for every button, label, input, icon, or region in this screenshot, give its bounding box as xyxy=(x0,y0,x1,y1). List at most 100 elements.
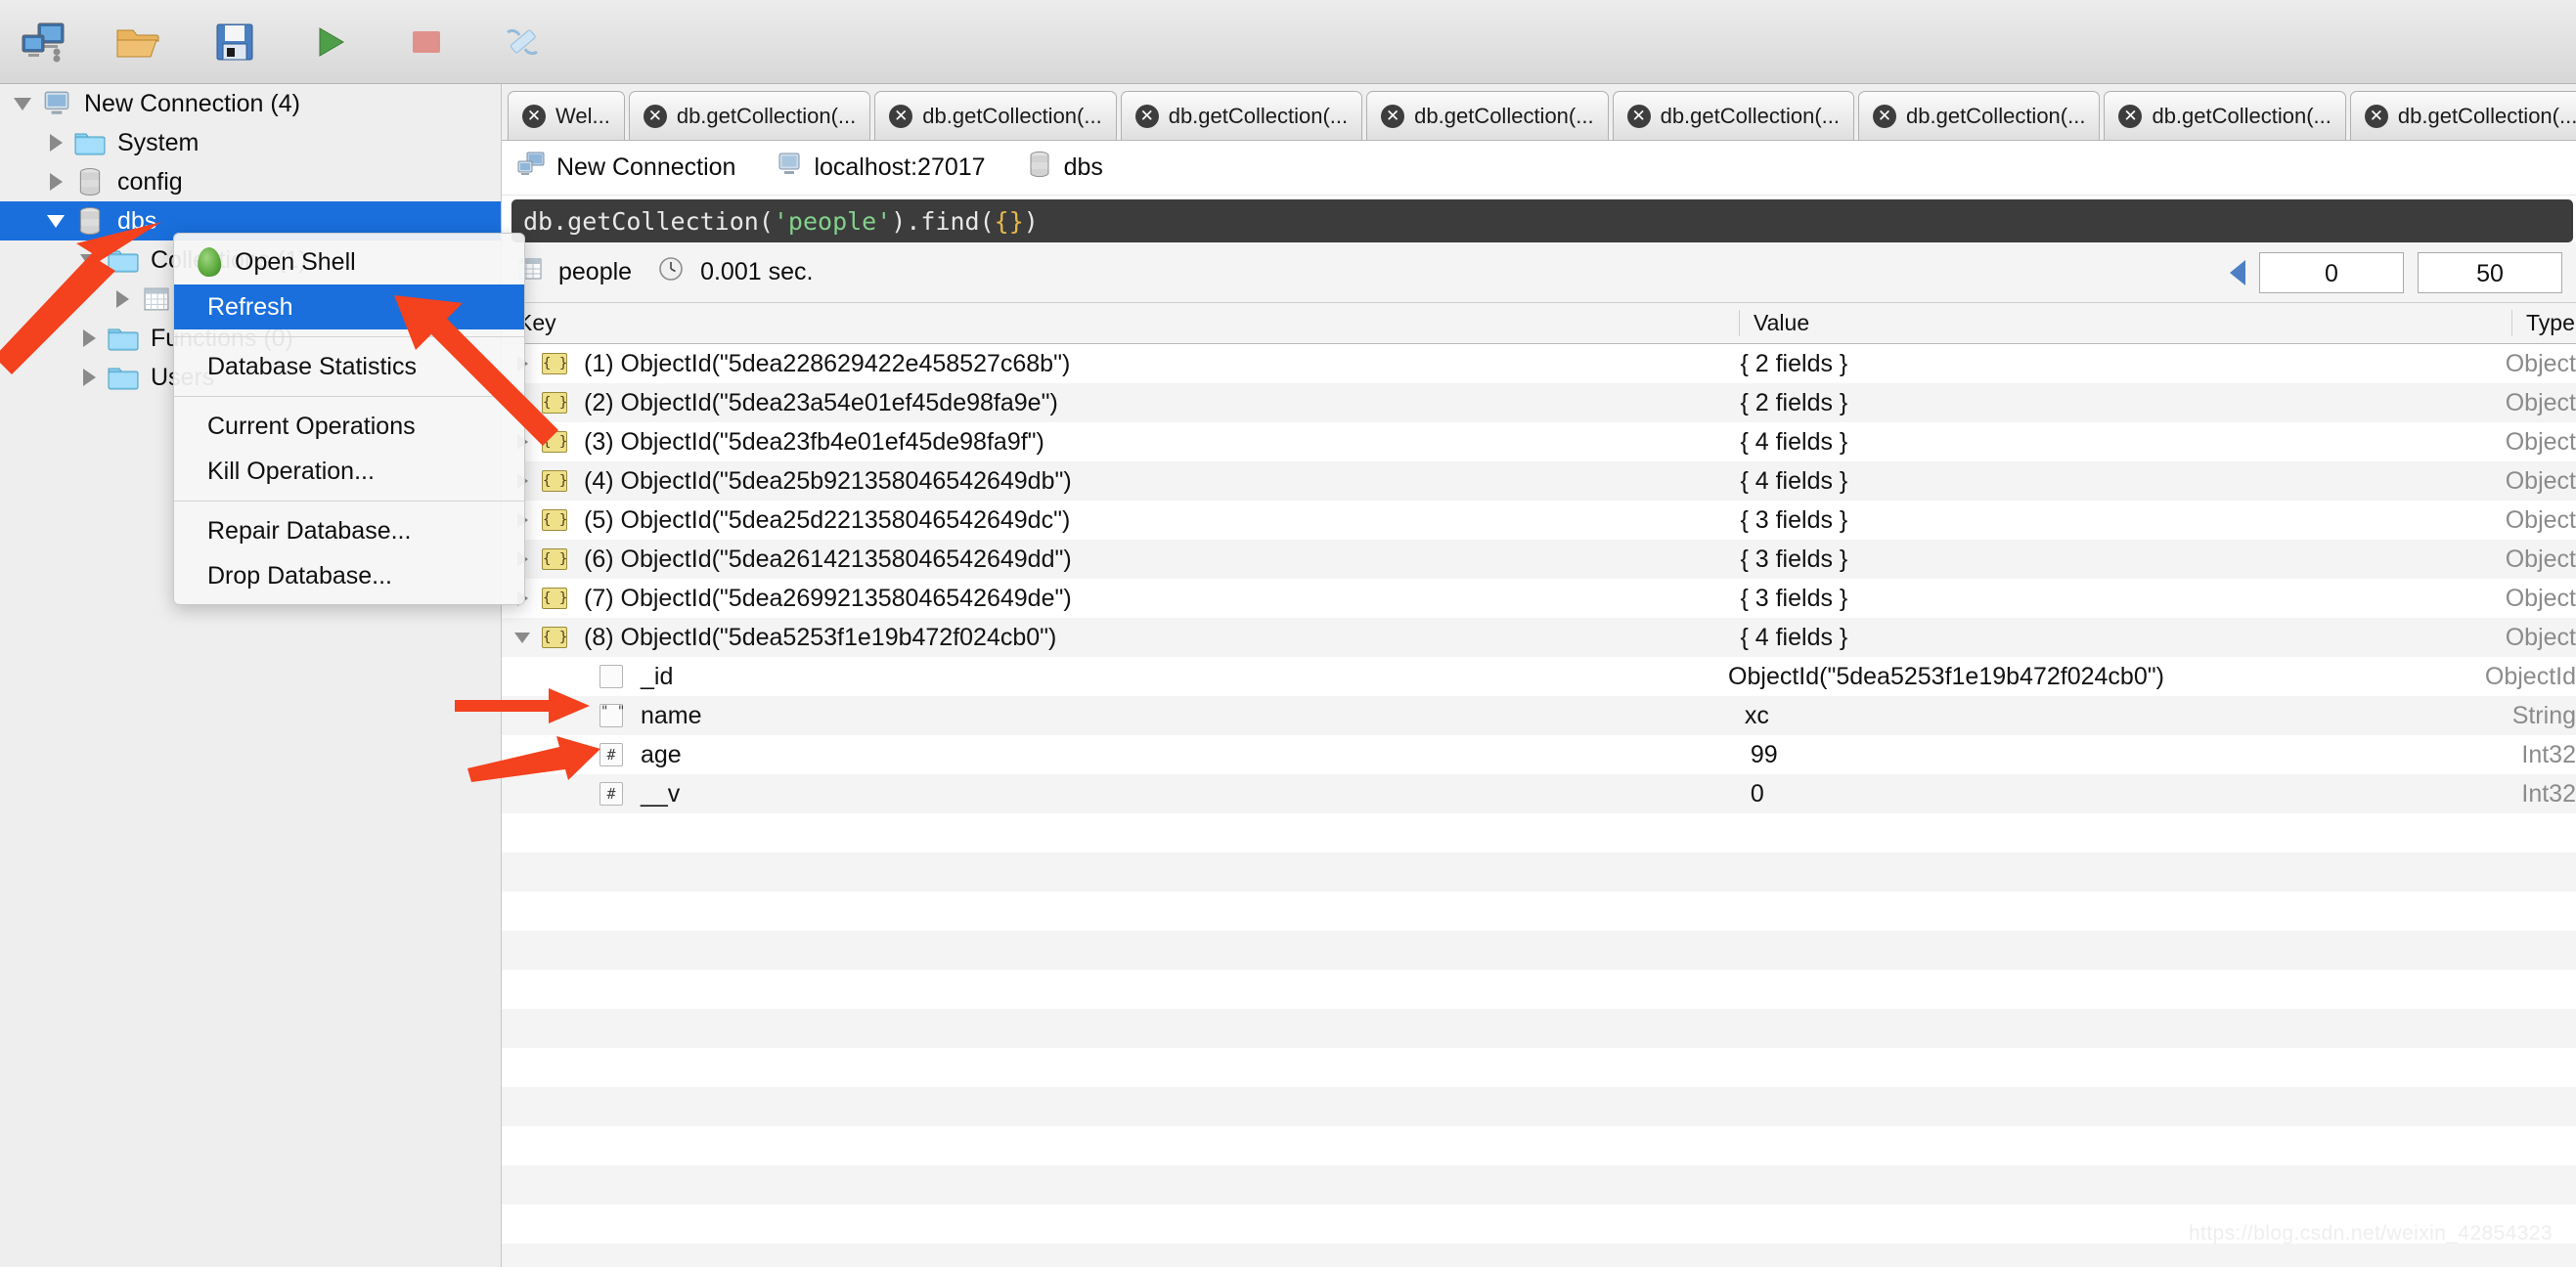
bson-icon: { } xyxy=(535,470,574,492)
chevron-right-icon[interactable] xyxy=(41,173,70,191)
mongo-leaf-icon xyxy=(197,246,222,278)
chevron-right-icon[interactable] xyxy=(108,290,137,308)
close-icon[interactable]: ✕ xyxy=(889,104,913,128)
context-menu-item-repair-database[interactable]: Repair Database... xyxy=(174,508,524,553)
chevron-down-icon[interactable] xyxy=(510,632,535,643)
execute-icon[interactable] xyxy=(303,15,358,69)
close-icon[interactable]: ✕ xyxy=(643,104,667,128)
stop-icon[interactable] xyxy=(399,15,454,69)
prev-page-icon[interactable] xyxy=(2230,260,2245,285)
table-row[interactable]: { } (3) ObjectId("5dea23fb4e01ef45de98fa9… xyxy=(502,422,2576,461)
folder-icon xyxy=(70,130,110,156)
breadcrumb-label-server: localhost:27017 xyxy=(814,153,986,181)
open-folder-icon[interactable] xyxy=(111,15,166,69)
editor-tab[interactable]: ✕ db.getCollection(... xyxy=(628,91,871,140)
editor-tab[interactable]: ✕ db.getCollection(... xyxy=(874,91,1117,140)
chevron-right-icon[interactable] xyxy=(41,134,70,152)
connect-icon[interactable] xyxy=(16,15,70,69)
database-icon xyxy=(70,167,110,197)
skip-input[interactable]: 0 xyxy=(2259,252,2404,293)
table-row[interactable]: { } (2) ObjectId("5dea23a54e01ef45de98fa9… xyxy=(502,383,2576,422)
cell-value: { 2 fields } xyxy=(1740,388,1848,416)
sidebar-item-new-connection-4[interactable]: New Connection (4) xyxy=(0,84,501,123)
table-row[interactable]: { } (4) ObjectId("5dea25b921358046542649d… xyxy=(502,461,2576,501)
close-icon[interactable]: ✕ xyxy=(522,104,546,128)
folder-icon xyxy=(104,365,143,391)
limit-input[interactable]: 50 xyxy=(2418,252,2562,293)
cell-type: Object xyxy=(2505,545,2576,573)
context-menu-separator xyxy=(174,336,524,337)
query-braces: {} xyxy=(994,206,1024,236)
column-header-value[interactable]: Value xyxy=(1739,310,2511,336)
breadcrumb-item-server[interactable]: localhost:27017 xyxy=(777,152,986,184)
context-menu-separator xyxy=(174,501,524,502)
sidebar-item-system[interactable]: System xyxy=(0,123,501,162)
context-menu-item-refresh[interactable]: Refresh xyxy=(174,284,524,329)
table-row[interactable]: { } (7) ObjectId("5dea269921358046542649d… xyxy=(502,579,2576,618)
cell-value: { 4 fields } xyxy=(1740,466,1848,495)
chevron-right-icon[interactable] xyxy=(74,329,104,347)
table-row[interactable]: { } (8) ObjectId("5dea5253f1e19b472f024cb… xyxy=(502,618,2576,657)
database-context-menu[interactable]: Open Shell Refresh Database Statistics Curr… xyxy=(173,233,525,605)
context-menu-item-drop-database[interactable]: Drop Database... xyxy=(174,553,524,598)
context-menu-item-open-shell[interactable]: Open Shell xyxy=(174,240,524,284)
editor-tab-bar[interactable]: ✕ Wel... ✕ db.getCollection(... ✕ db.getColle… xyxy=(502,84,2576,141)
number-icon: # xyxy=(592,782,631,806)
result-table-body[interactable]: { } (1) ObjectId("5dea228629422e458527c68… xyxy=(502,344,2576,1267)
close-icon[interactable]: ✕ xyxy=(1134,104,1159,128)
table-header-row: Key Value Type xyxy=(502,303,2576,344)
query-prefix: db.getCollection( xyxy=(523,206,774,236)
context-menu-item-database-statistics[interactable]: Database Statistics xyxy=(174,344,524,389)
editor-tab-label: db.getCollection(... xyxy=(2397,103,2576,128)
table-row[interactable]: { } (6) ObjectId("5dea261421358046542649d… xyxy=(502,540,2576,579)
refresh-icon[interactable] xyxy=(495,15,550,69)
context-menu-item-label: Refresh xyxy=(207,292,293,321)
table-row[interactable]: " " name xc String xyxy=(502,696,2576,735)
editor-tab[interactable]: ✕ db.getCollection(... xyxy=(1366,91,1609,140)
result-collection-name: people xyxy=(558,258,633,285)
table-row[interactable]: # age 99 Int32 xyxy=(502,735,2576,774)
query-editor[interactable]: db.getCollection('people').find({}) xyxy=(511,199,2573,242)
editor-tab-label: db.getCollection(... xyxy=(676,103,857,128)
column-header-key[interactable]: Key xyxy=(502,310,1739,336)
editor-tab-label: db.getCollection(... xyxy=(1414,103,1594,128)
close-icon[interactable]: ✕ xyxy=(2364,104,2388,128)
table-row[interactable]: # __v 0 Int32 xyxy=(502,774,2576,813)
editor-tab[interactable]: ✕ Wel... xyxy=(508,91,625,140)
clock-icon xyxy=(657,255,685,289)
table-row[interactable]: _id ObjectId("5dea5253f1e19b472f024cb0") O… xyxy=(502,657,2576,696)
table-row[interactable]: { } (1) ObjectId("5dea228629422e458527c68… xyxy=(502,344,2576,383)
editor-tab-label: db.getCollection(... xyxy=(1660,103,1841,128)
row-key-label: __v xyxy=(641,779,681,808)
editor-tab[interactable]: ✕ db.getCollection(... xyxy=(1120,91,1363,140)
chevron-right-icon[interactable] xyxy=(74,369,104,386)
chevron-down-icon[interactable] xyxy=(8,97,37,110)
close-icon[interactable]: ✕ xyxy=(2118,104,2143,128)
sidebar-item-config[interactable]: config xyxy=(0,162,501,201)
context-menu-item-label: Current Operations xyxy=(207,412,416,440)
editor-tab-label: db.getCollection(... xyxy=(1168,103,1349,128)
breadcrumb-item-database[interactable]: dbs xyxy=(1027,151,1103,185)
connection-icon xyxy=(517,152,545,184)
close-icon[interactable]: ✕ xyxy=(1873,104,1897,128)
cell-key: { } (8) ObjectId("5dea5253f1e19b472f024cb… xyxy=(502,624,1726,652)
editor-tab[interactable]: ✕ db.getCollection(... xyxy=(1858,91,2101,140)
chevron-down-icon[interactable] xyxy=(74,253,104,267)
save-icon[interactable] xyxy=(207,15,262,69)
breadcrumb-item-connection[interactable]: New Connection xyxy=(517,152,735,184)
close-icon[interactable]: ✕ xyxy=(1381,104,1405,128)
row-key-label: (3) ObjectId("5dea23fb4e01ef45de98fa9f") xyxy=(584,427,1044,456)
cell-key: # age xyxy=(502,741,1737,769)
editor-tab[interactable]: ✕ db.getCollection(... xyxy=(1612,91,1855,140)
chevron-down-icon[interactable] xyxy=(41,214,70,228)
cell-type: Object xyxy=(2505,505,2576,534)
context-menu-item-kill-operation[interactable]: Kill Operation... xyxy=(174,449,524,494)
close-icon[interactable]: ✕ xyxy=(1626,104,1651,128)
editor-tab[interactable]: ✕ db.getCollection(... xyxy=(2104,91,2346,140)
context-menu-separator xyxy=(174,396,524,397)
editor-tab[interactable]: ✕ db.getCollection(... xyxy=(2349,91,2576,140)
context-menu-item-current-operations[interactable]: Current Operations xyxy=(174,404,524,449)
table-row[interactable]: { } (5) ObjectId("5dea25d221358046542649d… xyxy=(502,501,2576,540)
query-string-literal: 'people' xyxy=(773,206,892,236)
column-header-type[interactable]: Type xyxy=(2511,310,2576,336)
